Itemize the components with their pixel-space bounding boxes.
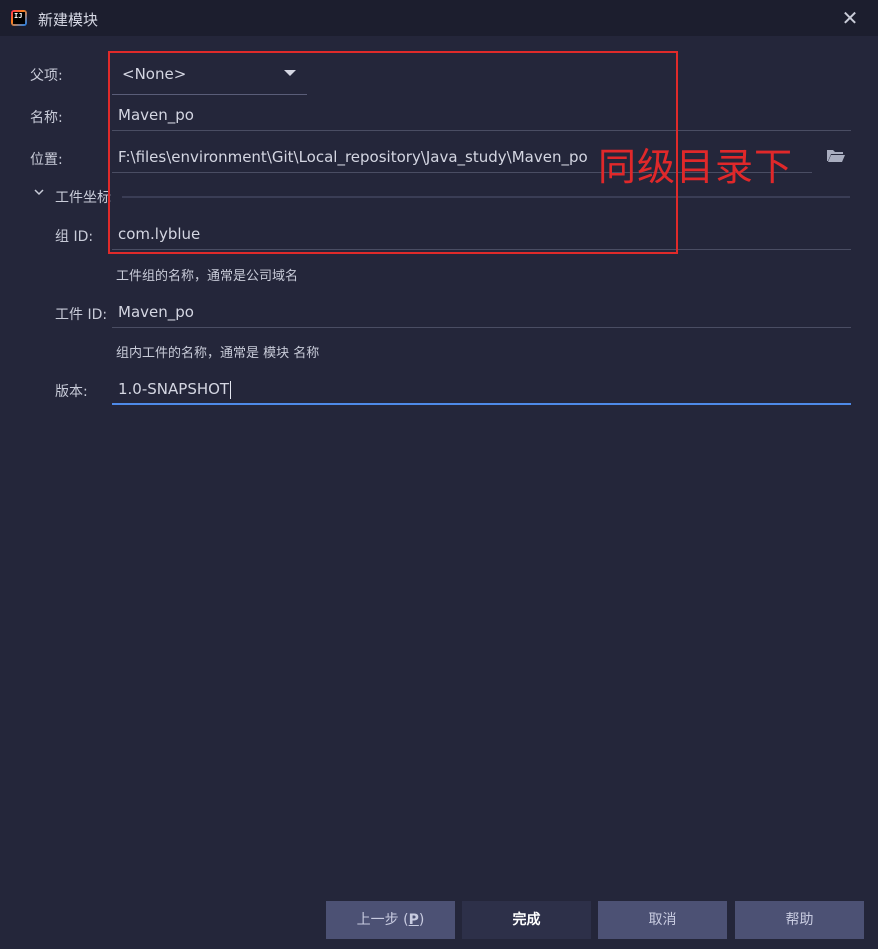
intellij-idea-icon: IJ [11, 10, 27, 26]
chevron-down-icon[interactable] [33, 186, 45, 198]
parent-combobox[interactable]: <None> [112, 56, 307, 95]
title-bar: IJ 新建模块 ✕ [0, 0, 878, 36]
finish-button[interactable]: 完成 [462, 901, 591, 939]
version-label: 版本: [55, 384, 88, 400]
close-icon[interactable]: ✕ [838, 6, 862, 30]
triangle-down-icon [284, 70, 296, 76]
artifact-id-field[interactable]: Maven_po [112, 296, 851, 328]
folder-open-icon[interactable] [826, 148, 846, 164]
group-id-hint: 工件组的名称，通常是公司域名 [116, 269, 299, 284]
help-button[interactable]: 帮助 [735, 901, 864, 939]
new-module-dialog: IJ 新建模块 ✕ 父项: <None> 名称: Maven_po 位置: F:… [0, 0, 878, 949]
group-id-field[interactable]: com.lyblue [112, 218, 851, 250]
section-divider [122, 196, 850, 198]
version-field[interactable]: 1.0-SNAPSHOT [112, 373, 851, 405]
location-label: 位置: [30, 152, 63, 168]
name-field[interactable]: Maven_po [112, 99, 851, 131]
artifact-id-label: 工件 ID: [55, 307, 108, 323]
name-label: 名称: [30, 110, 63, 126]
version-field-value: 1.0-SNAPSHOT [118, 380, 230, 398]
cancel-button[interactable]: 取消 [598, 901, 727, 939]
parent-label: 父项: [30, 68, 63, 84]
group-id-label: 组 ID: [55, 229, 94, 245]
parent-combobox-value: <None> [122, 65, 187, 83]
annotation-text: 同级目录下 [598, 145, 794, 189]
previous-button-suffix: ) [418, 912, 425, 928]
section-title[interactable]: 工件坐标 [55, 187, 111, 207]
previous-button-label: 上一步 ( [356, 912, 409, 928]
previous-button-mnemonic: P [408, 912, 419, 928]
window-title: 新建模块 [38, 11, 99, 29]
artifact-id-hint: 组内工件的名称，通常是 模块 名称 [116, 346, 320, 361]
previous-button[interactable]: 上一步 (P) [326, 901, 455, 939]
text-caret [230, 380, 232, 399]
